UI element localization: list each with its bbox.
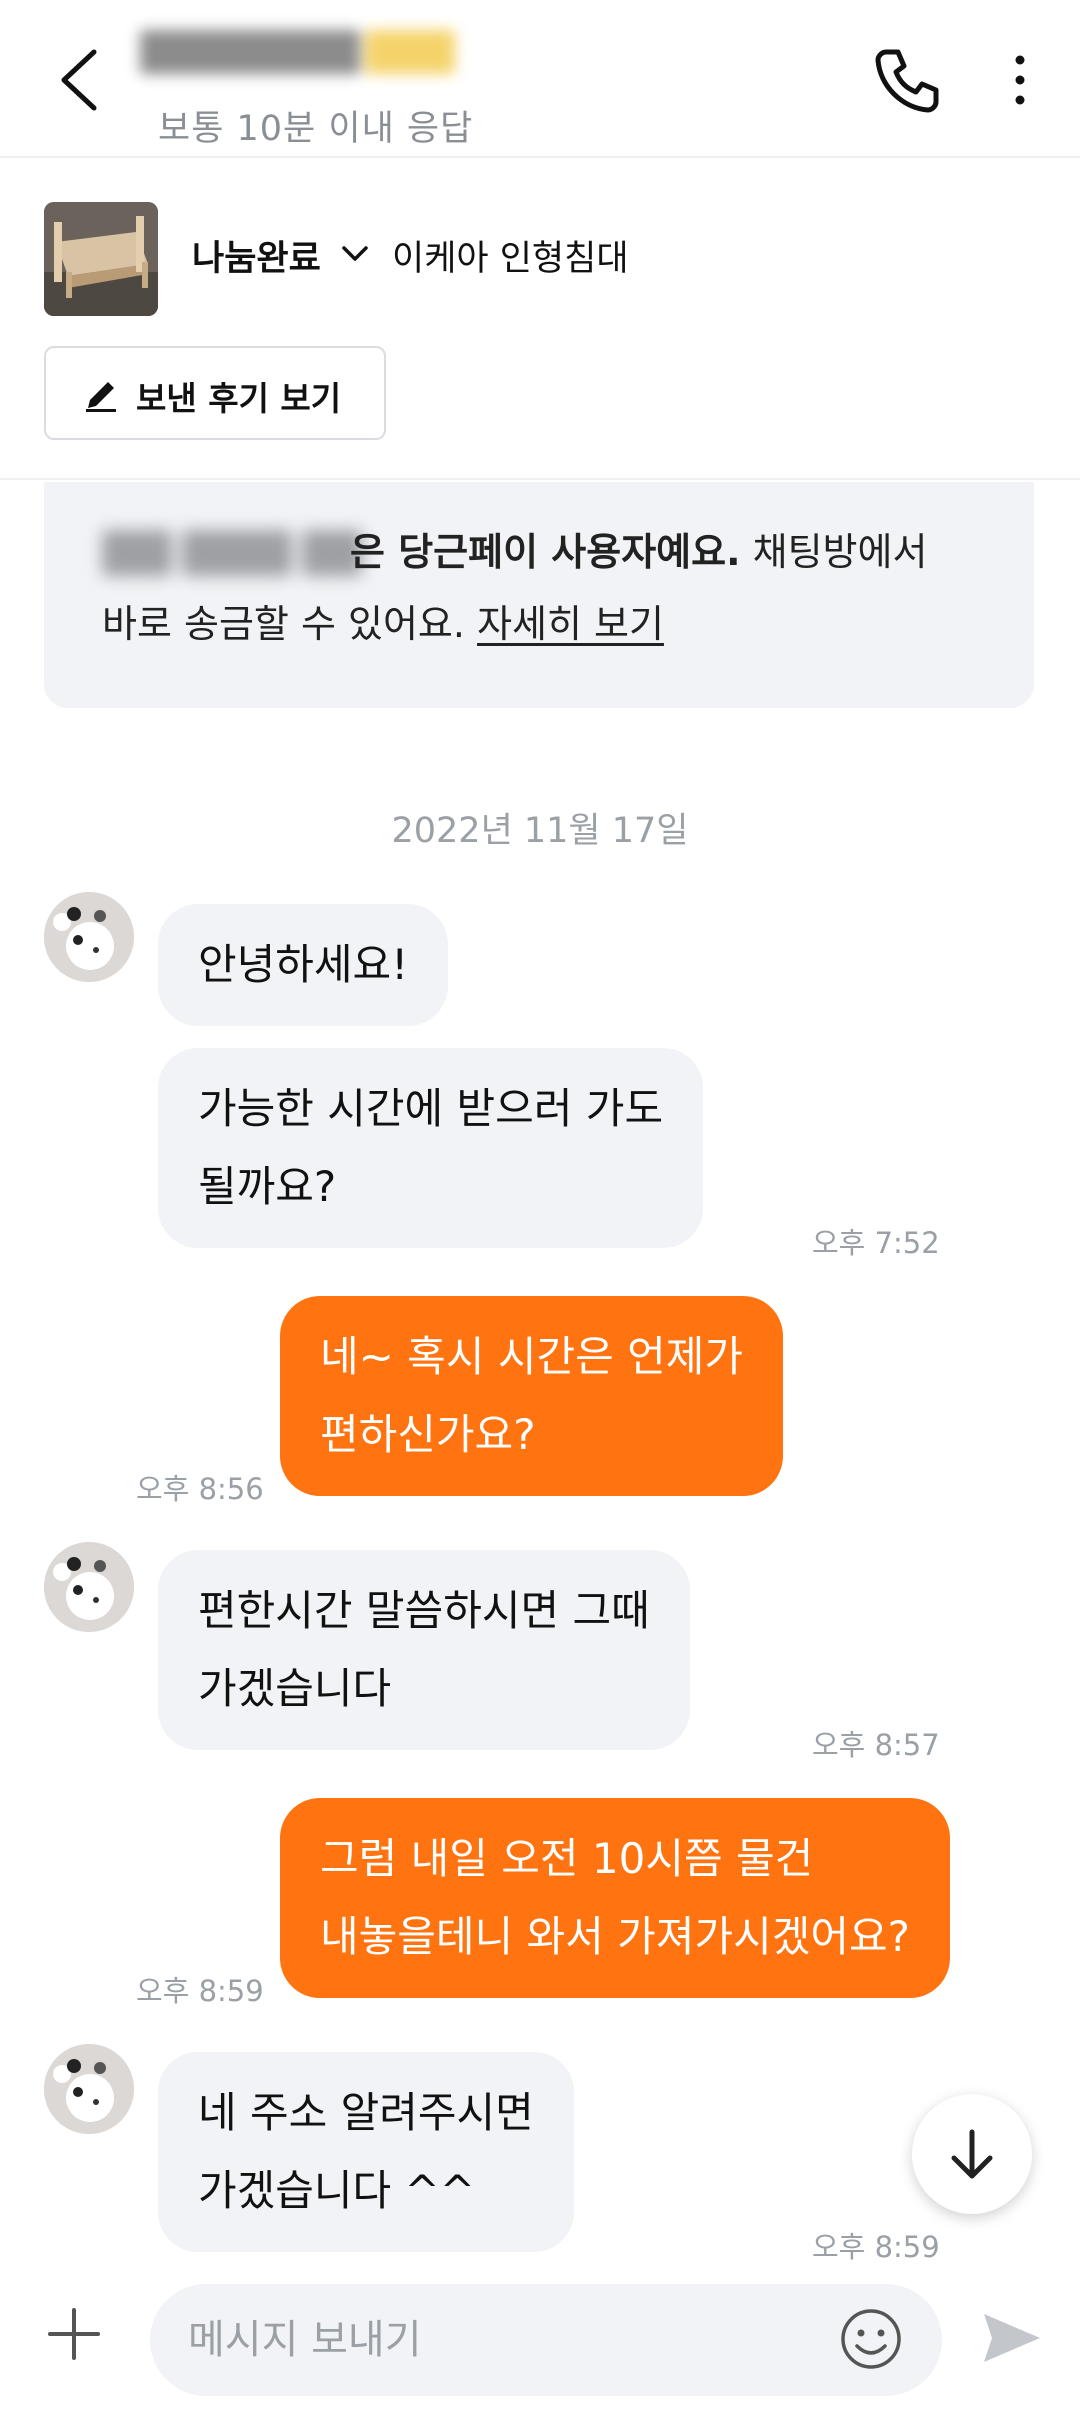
chat-screen: 보통 10분 이내 응답 나눔완료 이케아 인형침대 보낸 후기 보기 은 당근… xyxy=(0,0,1080,2412)
notice-bold-text: 당근페이 사용자예요. xyxy=(398,530,741,574)
back-button[interactable] xyxy=(50,40,114,120)
message-text: 그럼 내일 오전 10시쯤 물건 xyxy=(320,1834,814,1883)
message-bubble-received[interactable]: 가능한 시간에 받으러 가도 될까요? xyxy=(158,1048,704,1248)
contact-name-masked xyxy=(140,22,460,78)
message-bubble-sent[interactable]: 그럼 내일 오전 10시쯤 물건 내놓을테니 와서 가져가시겠어요? xyxy=(280,1798,950,1998)
avatar[interactable] xyxy=(44,1542,134,1632)
arrow-down-icon xyxy=(951,2129,993,2179)
notice-line2-text: 바로 송금할 수 있어요. xyxy=(102,602,465,646)
message-text: 내놓을테니 와서 가져가시겠어요? xyxy=(320,1912,910,1961)
phone-icon xyxy=(875,49,939,113)
sent-review-button[interactable]: 보낸 후기 보기 xyxy=(44,346,386,440)
message-time: 오후 7:52 xyxy=(812,1226,940,1260)
message-text: 네 주소 알려주시면 xyxy=(198,2088,534,2137)
message-bubble-received[interactable]: 안녕하세요! xyxy=(158,904,449,1026)
masked-user-name xyxy=(102,524,362,582)
daangn-pay-notice: 은 당근페이 사용자예요. 채팅방에서 바로 송금할 수 있어요. 자세히 보기 xyxy=(44,482,1034,708)
notice-name-suffix: 은 xyxy=(350,530,385,574)
more-vertical-icon xyxy=(1015,55,1025,105)
message-text: 안녕하세요! xyxy=(198,940,409,989)
back-arrow-icon xyxy=(61,49,97,111)
date-separator: 2022년 11월 17일 xyxy=(391,811,689,851)
call-button[interactable] xyxy=(872,44,944,116)
response-time-label: 보통 10분 이내 응답 xyxy=(158,109,474,149)
message-time: 오후 8:57 xyxy=(812,1728,940,1762)
message-time: 오후 8:56 xyxy=(136,1472,264,1506)
product-bar[interactable]: 나눔완료 이케아 인형침대 보낸 후기 보기 xyxy=(0,160,1080,480)
avatar[interactable] xyxy=(44,892,134,982)
message-text: 네~ 혹시 시간은 언제가 xyxy=(320,1332,744,1381)
message-time: 오후 8:59 xyxy=(812,2230,940,2264)
product-thumbnail[interactable] xyxy=(44,202,158,316)
product-status[interactable]: 나눔완료 xyxy=(192,230,321,281)
message-time: 오후 8:59 xyxy=(136,1974,264,2008)
message-text: 가능한 시간에 받으러 가도 xyxy=(198,1084,664,1133)
notice-details-link[interactable]: 자세히 보기 xyxy=(477,602,664,646)
scroll-to-bottom-button[interactable] xyxy=(912,2094,1032,2214)
message-text: 편한시간 말씀하시면 그때 xyxy=(198,1586,650,1635)
product-title[interactable]: 이케아 인형침대 xyxy=(392,230,629,281)
plus-icon xyxy=(48,2308,100,2360)
attach-button[interactable] xyxy=(44,2304,104,2364)
message-bubble-received[interactable]: 네 주소 알려주시면 가겠습니다 ^^ xyxy=(158,2052,574,2252)
message-text: 될까요? xyxy=(198,1162,337,1211)
pencil-icon xyxy=(86,382,116,412)
chevron-down-icon[interactable] xyxy=(338,238,372,268)
notice-line1-tail: 채팅방에서 xyxy=(752,530,928,574)
send-button[interactable] xyxy=(980,2308,1044,2368)
message-list[interactable]: 은 당근페이 사용자예요. 채팅방에서 바로 송금할 수 있어요. 자세히 보기… xyxy=(0,482,1080,2264)
message-bubble-sent[interactable]: 네~ 혹시 시간은 언제가 편하신가요? xyxy=(280,1296,784,1496)
avatar[interactable] xyxy=(44,2044,134,2134)
message-input-bar xyxy=(0,2262,1080,2412)
chat-header: 보통 10분 이내 응답 xyxy=(0,0,1080,158)
message-text: 편하신가요? xyxy=(320,1410,536,1459)
message-input[interactable] xyxy=(150,2284,942,2396)
notice-line-2: 바로 송금할 수 있어요. 자세히 보기 xyxy=(102,594,664,654)
sent-review-label: 보낸 후기 보기 xyxy=(136,379,342,418)
message-text: 가겠습니다 ^^ xyxy=(198,2166,475,2215)
message-bubble-received[interactable]: 편한시간 말씀하시면 그때 가겠습니다 xyxy=(158,1550,690,1750)
emoji-button[interactable] xyxy=(838,2306,904,2372)
more-options-button[interactable] xyxy=(1000,48,1040,112)
message-text: 가겠습니다 xyxy=(198,1664,392,1713)
smile-icon xyxy=(841,2309,901,2369)
send-icon xyxy=(984,2314,1040,2362)
